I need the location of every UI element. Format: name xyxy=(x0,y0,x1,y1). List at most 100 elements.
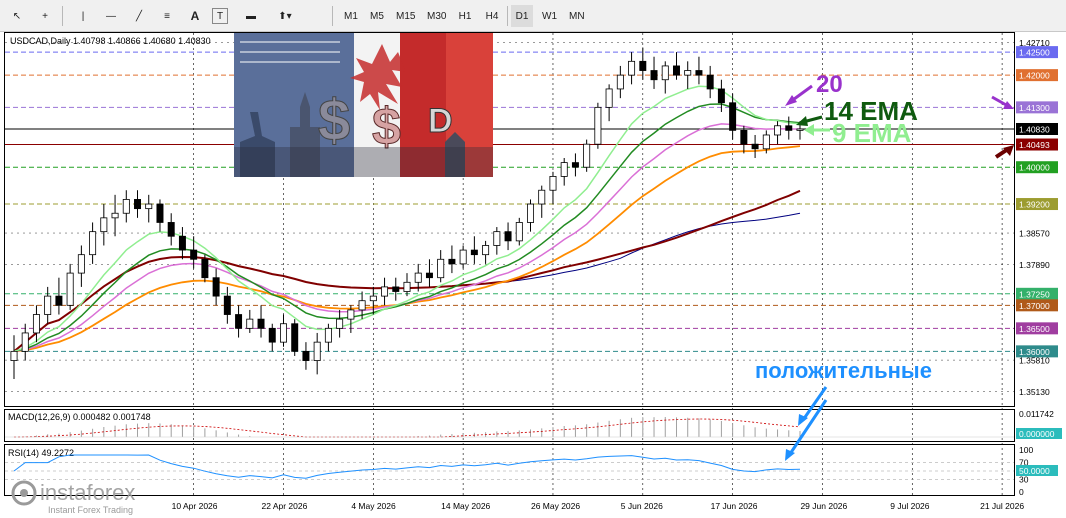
price-tag-label: 1.40493 xyxy=(1019,140,1050,150)
symbol-info: USDCAD,Daily 1.40798 1.40866 1.40680 1.4… xyxy=(10,36,211,46)
instaforex-watermark: instaforex Instant Forex Trading xyxy=(11,480,135,515)
candle xyxy=(504,231,512,242)
candle xyxy=(785,125,793,131)
candle xyxy=(549,176,557,191)
candle xyxy=(291,323,299,352)
candle xyxy=(425,272,433,279)
rsi-level-label: 30 xyxy=(1019,474,1029,484)
annotation-positive: положительные xyxy=(755,358,932,383)
candle xyxy=(178,235,186,251)
candle xyxy=(358,300,366,311)
timeframe-m30[interactable]: M30 xyxy=(423,5,450,27)
horizontal-line-icon[interactable]: — xyxy=(100,5,122,27)
timeframe-m5[interactable]: M5 xyxy=(366,5,388,27)
price-tag-label: 1.41300 xyxy=(1019,103,1050,113)
watermark-tagline: Instant Forex Trading xyxy=(48,505,133,515)
candle xyxy=(740,129,748,145)
timeframe-d1[interactable]: D1 xyxy=(511,5,533,27)
price-tag-label: 1.40830 xyxy=(1019,124,1050,134)
candle xyxy=(369,295,377,302)
candle xyxy=(616,74,624,90)
candle xyxy=(403,281,411,292)
candle xyxy=(32,314,40,334)
price-tick-label: 1.38570 xyxy=(1019,229,1050,239)
watermark-brand: instaforex xyxy=(40,480,135,505)
candle xyxy=(448,258,456,265)
candle xyxy=(762,134,770,150)
time-tick-label: 4 May 2026 xyxy=(351,501,396,511)
price-tick-label: 1.35130 xyxy=(1019,387,1050,397)
timeframe-h4[interactable]: H4 xyxy=(481,5,503,27)
candle xyxy=(774,125,782,136)
candle xyxy=(594,106,602,145)
trendline-icon[interactable]: ╱ xyxy=(128,5,150,27)
arrows-icon[interactable]: ⬆▾ xyxy=(268,5,302,27)
timeframe-m1[interactable]: M1 xyxy=(340,5,362,27)
candle xyxy=(381,286,389,297)
candle xyxy=(223,295,231,315)
rsi-level-label: 100 xyxy=(1019,445,1033,455)
candle xyxy=(482,245,490,256)
price-tag-label: 1.42000 xyxy=(1019,71,1050,81)
candle xyxy=(235,314,243,329)
candle xyxy=(751,143,759,150)
candle xyxy=(571,162,579,168)
cursor-icon[interactable]: ↖ xyxy=(6,5,28,27)
candle xyxy=(324,327,332,343)
time-tick-label: 22 Apr 2026 xyxy=(261,501,307,511)
price-tag-label: 1.39200 xyxy=(1019,200,1050,210)
candle xyxy=(437,258,445,279)
candle xyxy=(257,318,265,329)
candle xyxy=(66,272,74,306)
timeframe-w1[interactable]: W1 xyxy=(538,5,561,27)
candle xyxy=(347,309,355,320)
annotation-ema20: 20 xyxy=(816,71,843,98)
price-tick-label: 1.35810 xyxy=(1019,356,1050,366)
vertical-line-icon[interactable]: | xyxy=(72,5,94,27)
text-icon[interactable]: A xyxy=(184,5,206,27)
candle xyxy=(134,199,142,210)
time-tick-label: 14 May 2026 xyxy=(441,501,490,511)
candle xyxy=(55,295,63,306)
candle xyxy=(313,341,321,361)
time-tick-label: 10 Apr 2026 xyxy=(172,501,218,511)
fibonacci-icon[interactable]: ≡ xyxy=(156,5,178,27)
candle xyxy=(605,88,613,108)
timeframe-mn[interactable]: MN xyxy=(565,5,589,27)
macd-label: MACD(12,26,9) 0.000482 0.001748 xyxy=(8,412,151,422)
price-tag-label: 1.37000 xyxy=(1019,301,1050,311)
candle xyxy=(212,277,220,297)
price-panel xyxy=(4,32,1015,407)
candle xyxy=(100,217,108,233)
candle xyxy=(190,249,198,260)
macd-panel xyxy=(4,409,1015,442)
candle xyxy=(302,350,310,361)
rsi-panel xyxy=(4,444,1015,496)
candle xyxy=(122,199,130,214)
usdcad-chart[interactable]: $ $ D USDCAD,Daily 1.40798 1.40866 1.406… xyxy=(0,32,1066,518)
candle xyxy=(661,65,669,81)
shapes-icon[interactable]: ▬ xyxy=(240,5,262,27)
candle xyxy=(695,70,703,76)
candle xyxy=(560,162,568,177)
timeframe-m15[interactable]: M15 xyxy=(392,5,419,27)
candle xyxy=(44,295,52,315)
candle xyxy=(77,254,85,274)
svg-text:D: D xyxy=(428,102,453,140)
candle xyxy=(268,327,276,343)
candle xyxy=(470,249,478,256)
time-axis: 10 Apr 2026 22 Apr 2026 4 May 2026 14 May 2… xyxy=(172,501,1025,511)
timeframe-h1[interactable]: H1 xyxy=(454,5,476,27)
candle xyxy=(527,203,535,223)
crosshair-icon[interactable]: + xyxy=(34,5,56,27)
chart-toolbar: ↖ + | — ╱ ≡ A T ▬ ⬆▾ M1 M5 M15 M30 H1 H4… xyxy=(0,0,1066,32)
text-label-icon[interactable]: T xyxy=(212,8,228,24)
toolbar-separator xyxy=(332,6,333,26)
toolbar-separator xyxy=(62,6,63,26)
price-tag-label: 1.37250 xyxy=(1019,289,1050,299)
candle xyxy=(246,318,254,329)
usd-cad-flags-picture: $ $ D xyxy=(234,33,493,177)
time-tick-label: 5 Jun 2026 xyxy=(621,501,663,511)
candle xyxy=(459,249,467,265)
candle xyxy=(796,128,804,131)
